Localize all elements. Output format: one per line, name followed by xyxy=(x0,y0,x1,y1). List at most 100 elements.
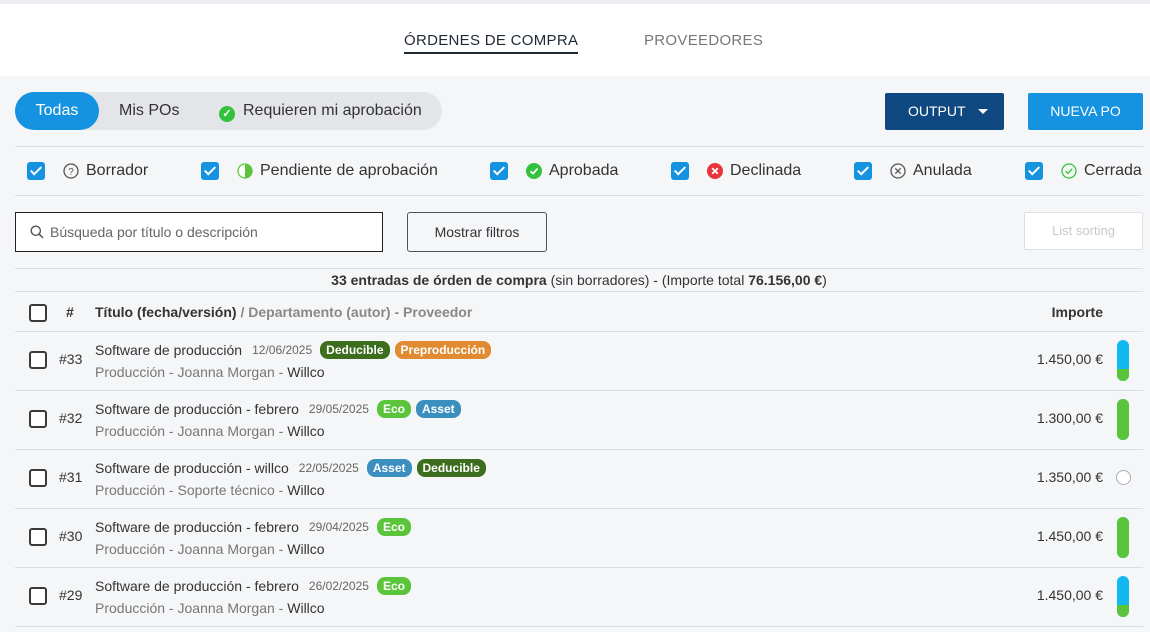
output-dropdown-button[interactable]: OUTPUT xyxy=(885,93,1004,130)
po-author: Joanna Morgan xyxy=(177,364,275,380)
tab-proveedores[interactable]: PROVEEDORES xyxy=(644,32,763,49)
po-department: Producción xyxy=(95,423,166,439)
x-circle-outline-icon xyxy=(890,163,906,179)
progress-fill xyxy=(1117,368,1129,381)
po-department: Producción xyxy=(95,364,166,380)
row-checkbox[interactable] xyxy=(29,587,47,605)
svg-text:?: ? xyxy=(68,167,74,178)
checkbox-checked[interactable] xyxy=(490,162,508,180)
search-input[interactable] xyxy=(50,222,370,242)
separator: - xyxy=(165,364,178,380)
row-checkbox[interactable] xyxy=(29,351,47,369)
table-row[interactable]: #29 Software de producción - febrero 26/02… xyxy=(15,567,1143,626)
po-number: #33 xyxy=(59,351,83,367)
status-label: Anulada xyxy=(913,162,972,179)
po-author: Soporte técnico xyxy=(177,482,275,498)
status-label: Declinada xyxy=(730,162,802,179)
po-number: #29 xyxy=(59,587,83,603)
status-label: Cerrada xyxy=(1084,162,1142,179)
po-title[interactable]: Software de producción - febrero xyxy=(95,519,299,535)
segment-mis-pos[interactable]: Mis POs xyxy=(119,92,179,130)
row-checkbox[interactable] xyxy=(29,410,47,428)
status-filter-aprobada[interactable]: Aprobada xyxy=(490,159,618,183)
po-title-line: Software de producción - febrero 26/02/20… xyxy=(95,577,416,595)
summary-total: 76.156,00 € xyxy=(748,272,823,288)
checkbox-checked[interactable] xyxy=(1025,162,1043,180)
po-title[interactable]: Software de producción xyxy=(95,342,242,358)
status-filter-pendiente[interactable]: Pendiente de aprobación xyxy=(201,159,438,183)
po-title[interactable]: Software de producción - willco xyxy=(95,460,289,476)
divider xyxy=(15,195,1143,196)
po-meta: Producción - Soporte técnico - Willco xyxy=(95,482,325,498)
tag-badge: Asset xyxy=(366,459,412,477)
column-title-header[interactable]: Título (fecha/versión) / Departamento (a… xyxy=(95,304,472,320)
progress-fill xyxy=(1117,604,1129,617)
progress-fill xyxy=(1117,517,1129,558)
table-row[interactable]: #30 Software de producción - febrero 29/04… xyxy=(15,508,1143,567)
po-number: #32 xyxy=(59,410,83,426)
check-circle-icon: ✓ xyxy=(219,106,235,122)
divider xyxy=(15,146,1143,147)
separator: - xyxy=(165,482,178,498)
tag-badge: Eco xyxy=(376,577,411,595)
checkbox-checked[interactable] xyxy=(671,162,689,180)
status-ring-icon xyxy=(1116,470,1131,485)
checkbox-checked[interactable] xyxy=(27,162,45,180)
separator: - xyxy=(165,423,178,439)
mostrar-filtros-button[interactable]: Mostrar filtros xyxy=(407,212,547,252)
po-supplier: Willco xyxy=(287,364,325,380)
separator: - xyxy=(165,600,178,616)
po-date: 29/05/2025 xyxy=(308,402,369,416)
status-filter-declinada[interactable]: Declinada xyxy=(671,159,801,183)
progress-bar xyxy=(1117,399,1129,440)
row-checkbox[interactable] xyxy=(29,469,47,487)
separator: - xyxy=(274,364,288,380)
checkbox-checked[interactable] xyxy=(201,162,219,180)
select-all-checkbox[interactable] xyxy=(29,304,47,322)
po-supplier: Willco xyxy=(287,541,325,557)
po-date: 29/04/2025 xyxy=(308,520,369,534)
column-title-label: Título (fecha/versión) xyxy=(95,304,237,320)
po-department: Producción xyxy=(95,482,166,498)
tabs-bar: ÓRDENES DE COMPRA PROVEEDORES xyxy=(0,4,1150,76)
check-circle-green-icon xyxy=(526,163,542,179)
divider xyxy=(15,626,1143,627)
po-number: #30 xyxy=(59,528,83,544)
status-label: Borrador xyxy=(86,162,149,179)
status-filter-borrador[interactable]: ? Borrador xyxy=(27,159,148,183)
output-label: OUTPUT xyxy=(908,103,966,119)
po-amount: 1.450,00 € xyxy=(1036,351,1103,367)
nueva-po-button[interactable]: NUEVA PO xyxy=(1028,93,1143,130)
column-sub-label: / Departamento (autor) - Proveedor xyxy=(236,304,473,320)
table-row[interactable]: #31 Software de producción - willco 22/05/… xyxy=(15,449,1143,508)
tab-ordenes-de-compra[interactable]: ÓRDENES DE COMPRA xyxy=(404,32,579,54)
po-date: 12/06/2025 xyxy=(252,343,313,357)
po-meta: Producción - Joanna Morgan - Willco xyxy=(95,364,325,380)
status-filter-anulada[interactable]: Anulada xyxy=(854,159,972,183)
tag-badge: Eco xyxy=(376,400,411,418)
po-title-line: Software de producción 12/06/2025 Deducibl… xyxy=(95,341,496,359)
separator: - xyxy=(274,600,288,616)
x-circle-red-icon xyxy=(707,163,723,179)
tag-badge: Eco xyxy=(376,518,411,536)
table-row[interactable]: #32 Software de producción - febrero 29/05… xyxy=(15,390,1143,449)
po-date: 26/02/2025 xyxy=(308,579,369,593)
status-filter-cerrada[interactable]: Cerrada xyxy=(1025,159,1142,183)
po-meta: Producción - Joanna Morgan - Willco xyxy=(95,541,325,557)
row-checkbox[interactable] xyxy=(29,528,47,546)
po-number: #31 xyxy=(59,469,83,485)
po-amount: 1.300,00 € xyxy=(1036,410,1103,426)
list-sorting-button[interactable]: List sorting xyxy=(1024,212,1143,250)
separator: - xyxy=(165,541,178,557)
po-title[interactable]: Software de producción - febrero xyxy=(95,578,299,594)
checkbox-checked[interactable] xyxy=(854,162,872,180)
table-row[interactable]: #33 Software de producción 12/06/2025 Deduc… xyxy=(15,331,1143,390)
segment-todas[interactable]: Todas xyxy=(15,92,99,130)
po-title-line: Software de producción - febrero 29/05/20… xyxy=(95,400,466,418)
po-date: 22/05/2025 xyxy=(298,461,359,475)
table-header: # Título (fecha/versión) / Departamento … xyxy=(15,292,1143,332)
po-title[interactable]: Software de producción - febrero xyxy=(95,401,299,417)
segment-requieren-aprobacion[interactable]: ✓ Requieren mi aprobación xyxy=(219,92,422,130)
po-amount: 1.350,00 € xyxy=(1036,469,1103,485)
column-amount-header[interactable]: Importe xyxy=(1052,304,1103,320)
